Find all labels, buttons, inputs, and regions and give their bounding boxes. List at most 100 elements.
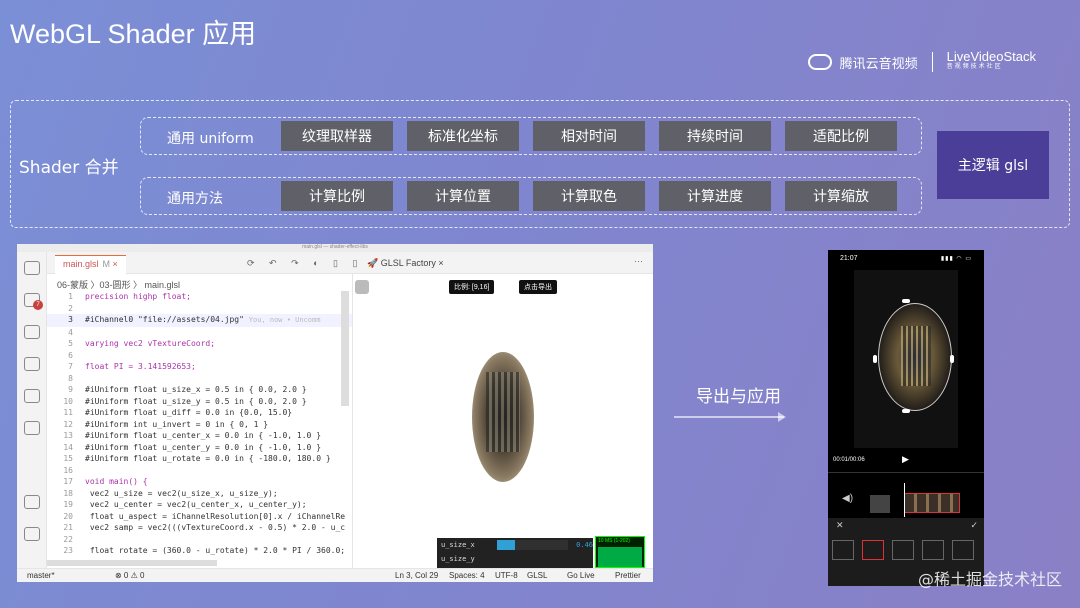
handle-top[interactable] (902, 299, 910, 303)
chip: 计算位置 (407, 181, 519, 211)
chip: 计算比例 (281, 181, 393, 211)
code-line: 16 (63, 465, 73, 475)
account-icon[interactable] (24, 495, 40, 509)
run-debug-icon[interactable] (24, 357, 40, 371)
chip: 标准化坐标 (407, 121, 519, 151)
row-label: 通用 uniform (167, 131, 254, 147)
chip: 持续时间 (659, 121, 771, 151)
go-live-button[interactable]: Go Live (567, 571, 595, 580)
cursor-position[interactable]: Ln 3, Col 29 (395, 571, 438, 580)
tab-glsl-factory[interactable]: 🚀 GLSL Factory × (367, 258, 444, 269)
indent-status[interactable]: Spaces: 4 (449, 571, 485, 580)
prettier-status[interactable]: Prettier (615, 571, 641, 580)
handle-left[interactable] (873, 355, 877, 363)
check-icon[interactable]: ✓ (970, 520, 978, 531)
chip: 纹理取样器 (281, 121, 393, 151)
editor-action-icons[interactable]: ⟳ ↶ ↷ ◐ ▯ ▯ (247, 258, 363, 269)
merge-label: Shader 合并 (19, 158, 119, 178)
phone-canvas (854, 270, 958, 448)
video-strip[interactable] (904, 493, 960, 513)
glsl-preview-panel: 比例: [9,16] 点击导出 u_size_x 0.46 u_size_y 10… (352, 274, 653, 568)
mask-option-circle-icon[interactable] (862, 540, 884, 560)
mask-option-star-icon[interactable] (952, 540, 974, 560)
vscode-window: main.glsl — shader-effect-libs 7 main.gl… (17, 244, 653, 582)
code-line: 1 precision highp float; (68, 292, 191, 301)
activity-bar (17, 252, 47, 568)
cloud-icon (807, 54, 832, 70)
chip: 计算缩放 (785, 181, 897, 211)
code-line: 14 #iUniform float u_center_y = 0.0 in { … (63, 442, 322, 452)
code-line: 3 #iChannel0 "file://assets/04.jpg" You, … (47, 314, 352, 327)
playhead[interactable] (904, 483, 905, 517)
code-line: 8 (68, 373, 73, 383)
chip: 计算进度 (659, 181, 771, 211)
code-line: 20 float u_aspect = iChannelResolution[0… (63, 511, 346, 521)
mask-option-heart-icon[interactable] (922, 540, 944, 560)
method-row: 通用方法 计算比例 计算位置 计算取色 计算进度 计算缩放 (140, 177, 922, 215)
code-line: 6 (68, 350, 73, 360)
code-line: 9 #iUniform float u_size_x = 0.5 in { 0.0… (68, 385, 307, 394)
row-label: 通用方法 (167, 191, 223, 207)
code-line: 19 vec2 u_center = vec2(u_center_x, u_ce… (63, 500, 307, 509)
clip-thumb[interactable] (870, 495, 890, 513)
code-line: 12 #iUniform int u_invert = 0 in { 0, 1 } (63, 419, 269, 429)
code-line: 17 void main() { (63, 477, 148, 486)
explorer-icon[interactable] (24, 261, 40, 275)
play-icon[interactable]: ▶ (902, 454, 909, 465)
masked-image (878, 303, 952, 411)
chip: 相对时间 (533, 121, 645, 151)
code-line: 15 #iUniform float u_rotate = 0.0 in { -1… (63, 454, 331, 463)
tab-main-glsl[interactable]: main.glsl M × (55, 255, 126, 274)
extensions-icon[interactable] (24, 421, 40, 435)
export-button[interactable]: 点击导出 (519, 280, 557, 294)
handle-right[interactable] (950, 355, 954, 363)
remote-icon[interactable] (24, 389, 40, 403)
uniform-gui-panel: u_size_x 0.46 u_size_y (437, 538, 593, 568)
search-icon[interactable] (24, 325, 40, 339)
scm-badge: 7 (33, 300, 43, 310)
phone-screenshot: 21:07 ▮▮▮ ◠ ▭ 00:01/00:06 ▶ ◀) ✕ ✓ (828, 250, 984, 586)
code-editor[interactable]: 1 precision highp float; 2 3 #iChannel0 "f… (47, 291, 352, 561)
status-bar: master* ⊗ 0 ⚠ 0 Ln 3, Col 29 Spaces: 4 U… (17, 568, 653, 582)
timeline-track[interactable]: ◀) (828, 472, 984, 518)
fps-stats: 10 MS (1-202) (595, 536, 645, 568)
brand-divider (931, 52, 933, 72)
brand-name: 腾讯云音视频 (839, 56, 918, 72)
gui-slider[interactable] (496, 540, 569, 550)
code-line: 7 float PI = 3.141592653; (68, 362, 196, 371)
editor-scrollbar[interactable] (341, 291, 349, 406)
gui-row[interactable]: u_size_y (437, 552, 593, 566)
phone-timecode: 00:01/00:06 (833, 457, 865, 463)
encoding-status[interactable]: UTF-8 (495, 571, 518, 580)
close-icon[interactable]: ✕ (836, 520, 844, 531)
code-line: 22 (63, 534, 73, 544)
editor-horizontal-scrollbar[interactable] (47, 560, 217, 566)
more-icon[interactable]: ··· (634, 256, 643, 266)
ratio-button[interactable]: 比例: [9,16] (449, 280, 495, 294)
phone-time: 21:07 (840, 255, 858, 262)
slide-title: WebGL Shader 应用 (10, 19, 257, 49)
code-line: 23 float rotate = (360.0 - u_rotate) * 2… (63, 546, 346, 555)
code-line: 13 #iUniform float u_center_x = 0.0 in { … (63, 431, 322, 440)
main-glsl-box: 主逻辑 glsl (937, 131, 1049, 199)
mask-option-icon[interactable] (832, 540, 854, 560)
code-line: 21 vec2 samp = vec2(((vTextureCoord.x - … (63, 523, 346, 532)
code-line: 18 vec2 u_size = vec2(u_size_x, u_size_y… (63, 488, 278, 498)
breadcrumb[interactable]: 06-蒙版 〉03-圆形 〉 main.glsl (57, 278, 180, 291)
mask-option-icon[interactable] (892, 540, 914, 560)
code-line: 5 varying vec2 vTextureCoord; (68, 339, 216, 348)
preview-toggle-icon[interactable] (355, 280, 369, 294)
chip: 适配比例 (785, 121, 897, 151)
uniform-row: 通用 uniform 纹理取样器 标准化坐标 相对时间 持续时间 适配比例 (140, 117, 922, 155)
settings-gear-icon[interactable] (24, 527, 40, 541)
language-status[interactable]: GLSL (527, 571, 547, 580)
tab-bar: main.glsl M × ⟳ ↶ ↷ ◐ ▯ ▯ 🚀 GLSL Factory … (47, 252, 653, 274)
branch-status[interactable]: master* (27, 571, 55, 580)
problems-status[interactable]: ⊗ 0 ⚠ 0 (115, 571, 144, 580)
mask-options (832, 540, 974, 560)
shader-preview-image (472, 352, 534, 482)
gui-row[interactable]: u_size_x 0.46 (437, 538, 593, 552)
handle-bottom[interactable] (902, 409, 910, 413)
audio-icon[interactable]: ◀) (842, 493, 853, 504)
brand-logos: 腾讯云音视频 LiveVideoStack 音视频技术社区 (807, 50, 1036, 73)
